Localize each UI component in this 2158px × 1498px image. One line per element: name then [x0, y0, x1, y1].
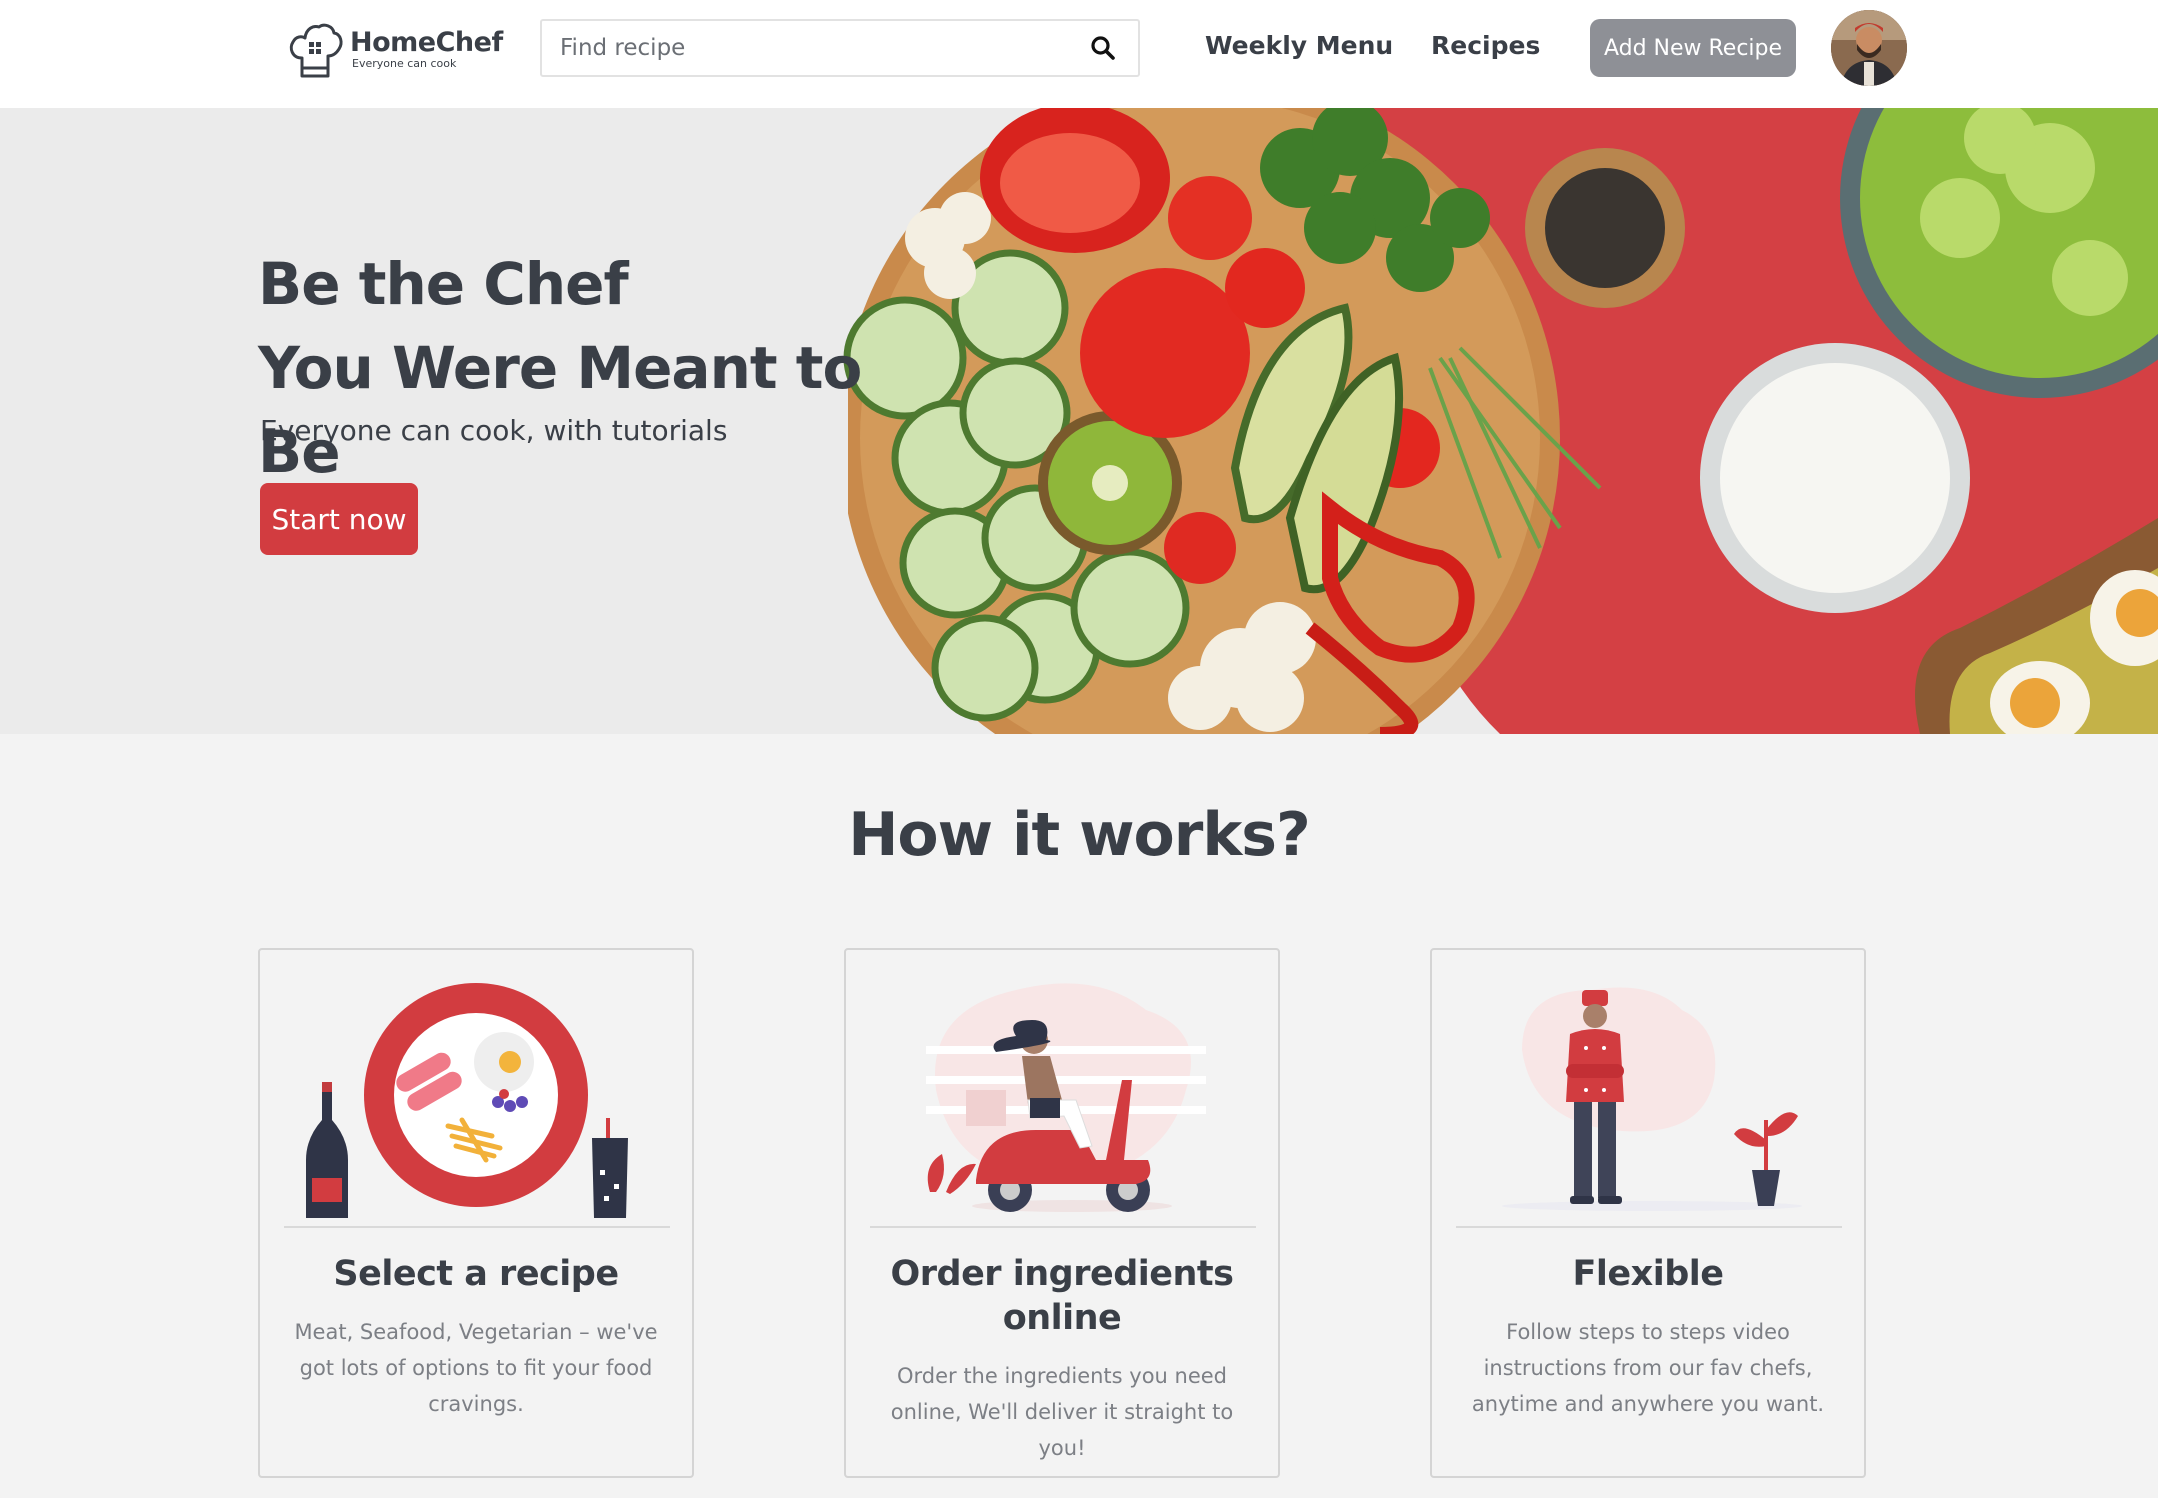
- hero-title-line-2: You Were Meant to Be: [258, 334, 862, 486]
- card-description: Meat, Seafood, Vegetarian – we've got lo…: [294, 1320, 658, 1416]
- avatar[interactable]: [1831, 10, 1907, 86]
- hero-title: Be the Chef You Were Meant to Be: [258, 242, 878, 494]
- hero-title-line-1: Be the Chef: [258, 250, 629, 318]
- search-input[interactable]: [542, 21, 1068, 75]
- start-now-button[interactable]: Start now: [260, 483, 418, 555]
- plate-illustration: [306, 983, 628, 1218]
- logo[interactable]: HomeChef Everyone can cook: [286, 18, 503, 80]
- card-divider: [870, 1226, 1256, 1228]
- delivery-scooter-illustration: [926, 983, 1206, 1212]
- card-description: Order the ingredients you need online, W…: [890, 1364, 1234, 1460]
- card-title: Flexible: [1572, 1254, 1724, 1294]
- card-order-ingredients: Order ingredients online Order the ingre…: [844, 948, 1280, 1478]
- nav-weekly-menu[interactable]: Weekly Menu: [1205, 28, 1393, 64]
- search-bar: [540, 19, 1140, 77]
- card-title: Order ingredients online: [890, 1254, 1235, 1338]
- navbar: HomeChef Everyone can cook Weekly Menu R…: [0, 0, 2158, 108]
- hero-subtitle: Everyone can cook, with tutorials: [260, 414, 728, 447]
- card-title: Select a recipe: [333, 1254, 619, 1294]
- card-description: Follow steps to steps video instructions…: [1471, 1320, 1825, 1416]
- card-divider: [1456, 1226, 1842, 1228]
- hero-section: Be the Chef You Were Meant to Be Everyon…: [0, 108, 2158, 734]
- card-divider: [284, 1226, 670, 1228]
- card-select-recipe: Select a recipe Meat, Seafood, Vegetaria…: [258, 948, 694, 1478]
- add-new-recipe-button[interactable]: Add New Recipe: [1590, 19, 1796, 77]
- card-flexible: Flexible Follow steps to steps video ins…: [1430, 948, 1866, 1478]
- brand-tagline: Everyone can cook: [352, 57, 457, 70]
- chef-hat-icon: [289, 23, 343, 78]
- how-it-works-title: How it works?: [848, 800, 1311, 870]
- nav-recipes[interactable]: Recipes: [1431, 28, 1540, 64]
- logo-text: HomeChef Everyone can cook: [350, 28, 503, 70]
- search-icon[interactable]: [1068, 21, 1138, 75]
- chef-illustration: [1502, 987, 1802, 1211]
- brand-name: HomeChef: [350, 27, 503, 58]
